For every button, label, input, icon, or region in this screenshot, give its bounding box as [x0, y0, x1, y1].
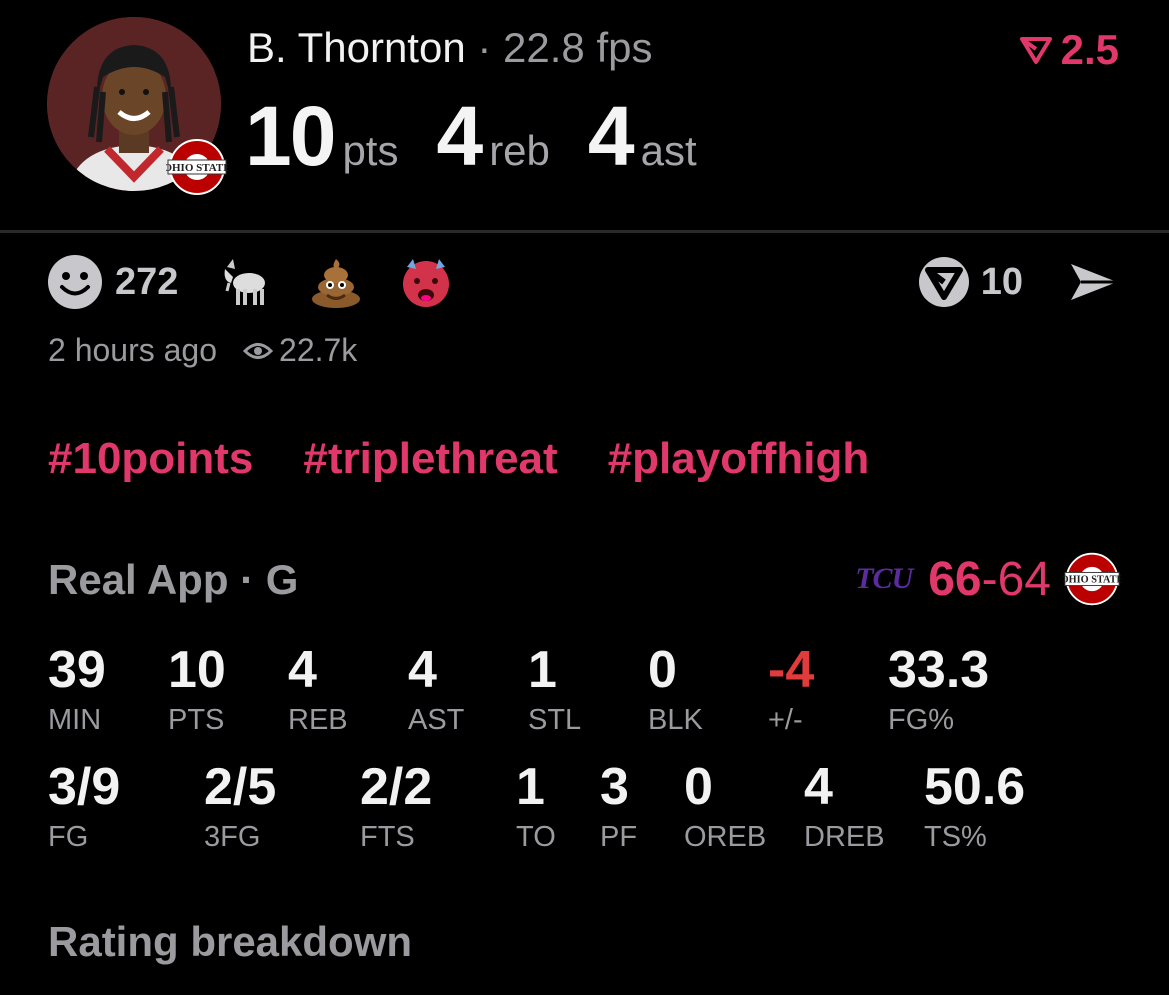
poop-emoji[interactable]: [308, 254, 364, 310]
views-value: 22.7k: [279, 332, 358, 368]
goat-emoji[interactable]: [218, 254, 274, 310]
reaction-count: 272: [115, 260, 179, 303]
stat-min: 39 MIN: [48, 641, 106, 736]
svg-text:OHIO STATE: OHIO STATE: [166, 162, 228, 174]
view-count: 22.7k: [243, 332, 357, 369]
rating-breakdown-heading[interactable]: Rating breakdown: [48, 918, 412, 966]
points-unit: pts: [342, 127, 399, 174]
stat-fg-pct: 33.3 FG%: [888, 641, 990, 736]
stat-fg: 3/9 FG: [48, 758, 121, 853]
player-name[interactable]: B. Thornton: [247, 24, 466, 71]
tcu-logo: TCU: [855, 562, 913, 595]
stat-pf: 3 PF: [600, 758, 638, 853]
player-header: B. Thornton · 22.8 fps: [247, 24, 652, 72]
headline-stats: 10 pts 4 reb 4 ast: [245, 88, 735, 185]
stat-blk: 0 BLK: [648, 641, 703, 736]
points-value: 10: [245, 89, 336, 183]
game-score[interactable]: TCU 66 - 64 OHIO STATE: [855, 550, 1121, 608]
game-title: Real App · G: [48, 556, 299, 603]
opponent-score: 66: [928, 552, 982, 606]
eye-icon: [243, 342, 274, 359]
rebounds-unit: reb: [489, 127, 550, 174]
stat-oreb: 0 OREB: [684, 758, 767, 853]
share-send-icon[interactable]: [1067, 260, 1121, 304]
post-meta: 2 hours ago 22.7k: [48, 332, 357, 369]
rating-badge[interactable]: 2.5: [1019, 26, 1119, 74]
hashtags: #10points #triplethreat #playoffhigh: [48, 434, 919, 484]
stat-plus-minus: -4 +/-: [768, 641, 815, 736]
stat-stl: 1 STL: [528, 641, 582, 736]
hot-devil-emoji[interactable]: [398, 254, 454, 310]
separator: ·: [465, 24, 504, 71]
stat-ts-pct: 50.6 TS%: [924, 758, 1026, 853]
stat-dreb: 4 DREB: [804, 758, 885, 853]
smile-reaction-icon[interactable]: [47, 254, 103, 310]
ohio-state-logo: OHIO STATE: [163, 136, 231, 198]
hashtag-link[interactable]: #playoffhigh: [608, 434, 870, 484]
stat-ast: 4 AST: [408, 641, 465, 736]
hashtag-link[interactable]: #10points: [48, 434, 253, 484]
stat-fts: 2/2 FTS: [360, 758, 433, 853]
real-logo-icon[interactable]: [917, 255, 971, 309]
ohio-state-logo: OHIO STATE: [1063, 552, 1121, 606]
score-separator: -: [981, 552, 998, 606]
svg-text:OHIO STATE: OHIO STATE: [1063, 575, 1121, 586]
real-count: 10: [980, 260, 1023, 303]
team-score: 64: [997, 552, 1051, 606]
stat-to: 1 TO: [516, 758, 556, 853]
divider: [0, 230, 1169, 233]
timestamp: 2 hours ago: [48, 332, 218, 368]
real-reactions: 10: [917, 252, 1121, 312]
real-rating-icon: [1019, 37, 1052, 64]
rating-value: 2.5: [1060, 26, 1119, 73]
stat-pts: 10 PTS: [168, 641, 226, 736]
reactions-row: 272: [47, 252, 488, 312]
stat-reb: 4 REB: [288, 641, 348, 736]
assists-value: 4: [587, 89, 635, 183]
hashtag-link[interactable]: #triplethreat: [303, 434, 557, 484]
rebounds-value: 4: [436, 89, 483, 183]
assists-unit: ast: [640, 127, 697, 174]
fantasy-points: 22.8 fps: [503, 24, 653, 71]
stat-3fg: 2/5 3FG: [204, 758, 277, 853]
